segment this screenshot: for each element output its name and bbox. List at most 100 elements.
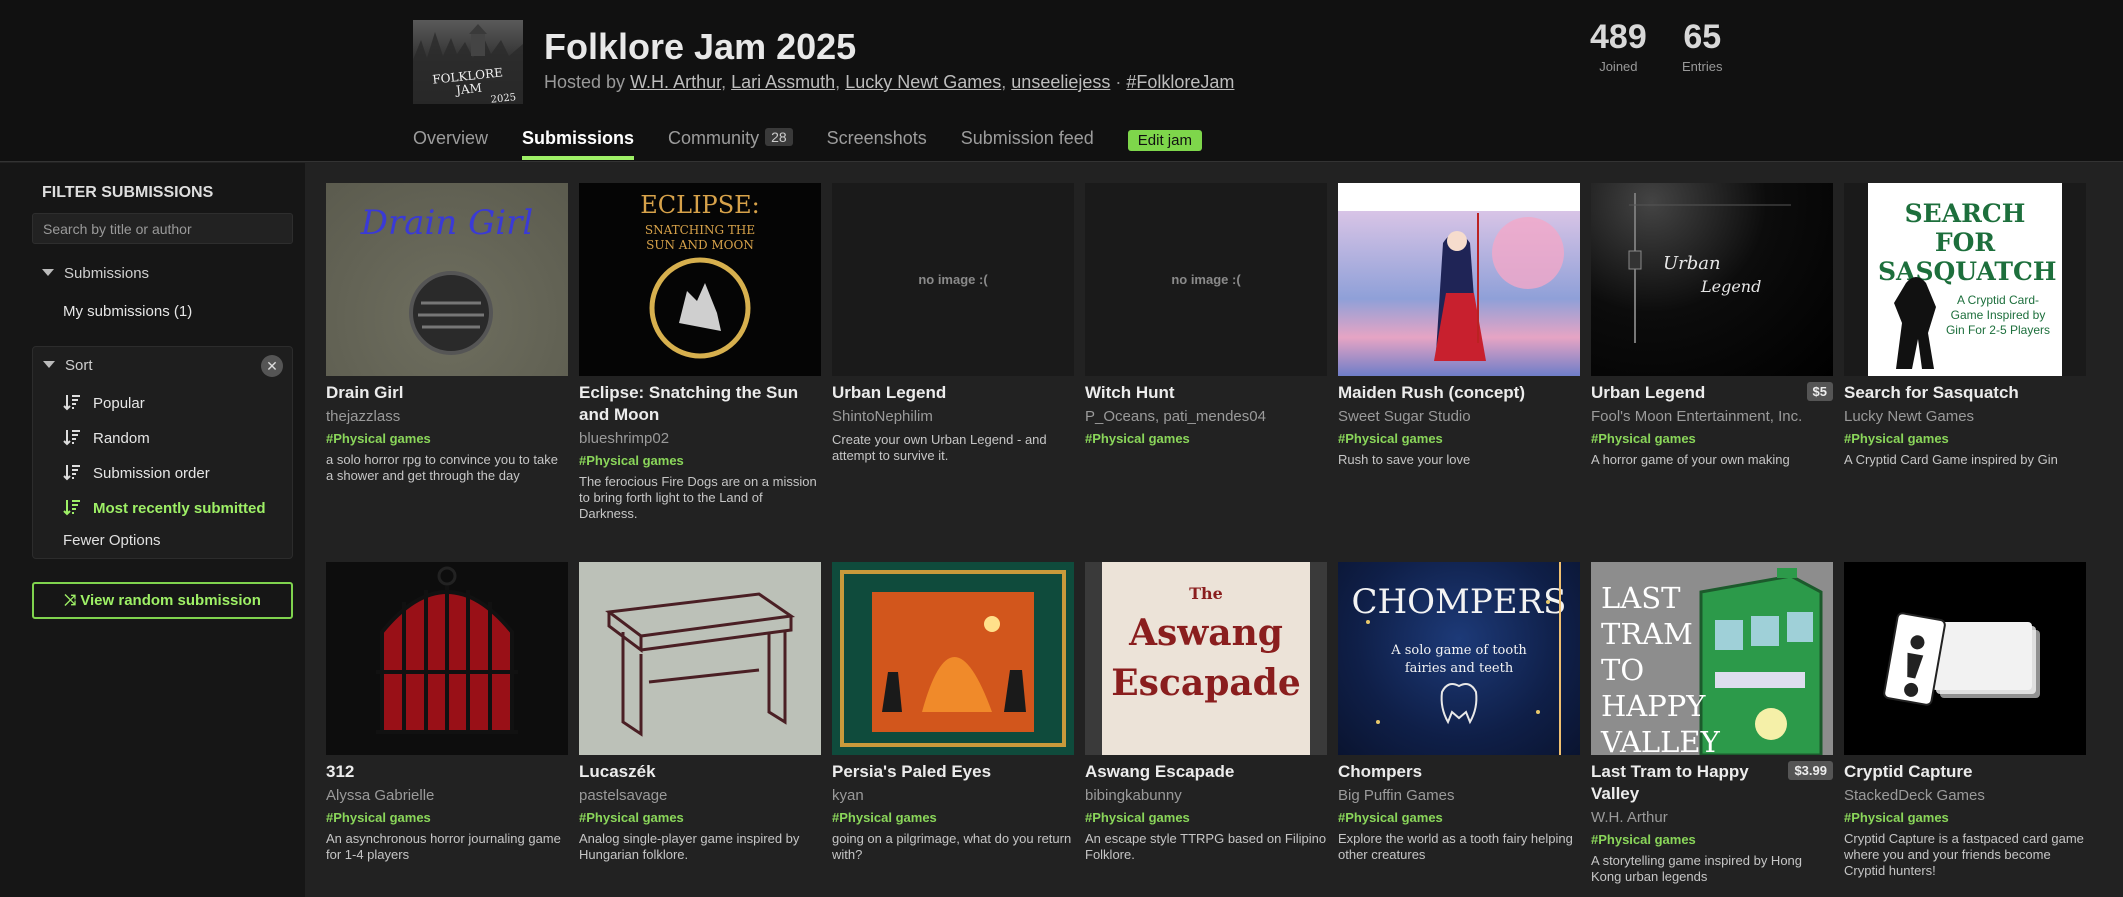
submission-tag[interactable]: #Physical games [1338, 809, 1580, 827]
submission-author[interactable]: Sweet Sugar Studio [1338, 406, 1580, 428]
host-link[interactable]: Lari Assmuth [731, 72, 835, 92]
submission-thumbnail[interactable]: ECLIPSE: SNATCHING THE SUN AND MOON [579, 183, 821, 376]
submission-card[interactable]: no image :( Witch Hunt P_Oceans, pati_me… [1085, 183, 1327, 448]
host-link[interactable]: W.H. Arthur [630, 72, 721, 92]
submission-title[interactable]: Aswang Escapade [1085, 761, 1327, 783]
host-link[interactable]: unseeliejess [1011, 72, 1110, 92]
submission-thumbnail[interactable] [832, 562, 1074, 755]
submission-card[interactable]: Persia's Paled Eyes kyan #Physical games… [832, 562, 1074, 863]
persia-art [840, 570, 1066, 747]
tab-community[interactable]: Community 28 [668, 128, 793, 162]
submission-title[interactable]: Chompers [1338, 761, 1580, 783]
submission-card[interactable]: Urban Legend $5 Urban Legend Fool's Moon… [1591, 183, 1833, 468]
submission-thumbnail[interactable] [1338, 183, 1580, 376]
submission-thumbnail[interactable] [326, 562, 568, 755]
submission-title[interactable]: Urban Legend [832, 382, 1074, 404]
submission-thumbnail[interactable]: CHOMPERS A solo game of tooth fairies an… [1338, 562, 1580, 755]
tab-submission-feed[interactable]: Submission feed [961, 128, 1094, 162]
submission-author[interactable]: ShintoNephilim [832, 406, 1074, 428]
submission-tag[interactable]: #Physical games [1085, 430, 1327, 448]
submission-tag[interactable]: #Physical games [326, 809, 568, 827]
submission-author[interactable]: P_Oceans, pati_mendes04 [1085, 406, 1327, 428]
submission-title[interactable]: Cryptid Capture [1844, 761, 2086, 783]
submission-thumbnail[interactable]: no image :( [832, 183, 1074, 376]
submission-title[interactable]: Search for Sasquatch [1844, 382, 2086, 404]
submission-tag[interactable]: #Physical games [1085, 809, 1327, 827]
close-icon[interactable]: ✕ [261, 355, 283, 377]
submission-thumbnail[interactable]: Urban Legend [1591, 183, 1833, 376]
fewer-options-link[interactable]: Fewer Options [63, 532, 161, 549]
submission-card[interactable]: LAST TRAM TO HAPPY VALLEY $3.99 Last Tra… [1591, 562, 1833, 885]
submission-author[interactable]: StackedDeck Games [1844, 785, 2086, 807]
my-submissions-link[interactable]: My submissions (1) [63, 303, 192, 320]
submission-tag[interactable]: #Physical games [326, 430, 568, 448]
submission-tag[interactable]: #Physical games [579, 452, 821, 470]
cards-art [1883, 612, 2040, 706]
submission-description: A storytelling game inspired by Hong Kon… [1591, 853, 1803, 884]
tab-overview[interactable]: Overview [413, 128, 488, 162]
submission-author[interactable]: pastelsavage [579, 785, 821, 807]
sort-section-toggle[interactable]: Sort [43, 357, 93, 374]
tab-submissions[interactable]: Submissions [522, 128, 635, 162]
tab-screenshots[interactable]: Screenshots [827, 128, 927, 162]
submission-title[interactable]: Eclipse: Snatching the Sun and Moon [579, 382, 821, 426]
price-badge: $3.99 [1788, 761, 1833, 780]
submission-author[interactable]: Fool's Moon Entertainment, Inc. [1591, 406, 1833, 428]
submission-thumbnail[interactable]: no image :( [1085, 183, 1327, 376]
submission-card[interactable]: ECLIPSE: SNATCHING THE SUN AND MOON Ecli… [579, 183, 821, 522]
submission-thumbnail[interactable]: SEARCH FOR SASQUATCH A Cryptid Card-Game… [1844, 183, 2086, 376]
submission-tag[interactable]: #Physical games [1591, 831, 1833, 849]
submission-thumbnail[interactable]: Drain Girl [326, 183, 568, 376]
hashtag-link[interactable]: #FolkloreJam [1126, 72, 1234, 92]
submission-card[interactable]: 312 Alyssa Gabrielle #Physical games An … [326, 562, 568, 863]
sort-option-popular[interactable]: Popular [63, 393, 145, 412]
submission-tag[interactable]: #Physical games [1844, 809, 2086, 827]
submission-tag[interactable]: #Physical games [1591, 430, 1833, 448]
submission-thumbnail[interactable]: LAST TRAM TO HAPPY VALLEY [1591, 562, 1833, 755]
submission-author[interactable]: thejazzlass [326, 406, 568, 428]
submission-title[interactable]: Urban Legend [1591, 382, 1833, 404]
submission-author[interactable]: blueshrimp02 [579, 428, 821, 450]
submission-card[interactable]: Maiden Rush (concept) Sweet Sugar Studio… [1338, 183, 1580, 468]
submission-author[interactable]: Big Puffin Games [1338, 785, 1580, 807]
submission-thumbnail[interactable] [1844, 562, 2086, 755]
submission-card[interactable]: SEARCH FOR SASQUATCH A Cryptid Card-Game… [1844, 183, 2086, 468]
search-input[interactable] [32, 213, 293, 244]
view-random-submission-button[interactable]: ⤨ View random submission [32, 582, 293, 619]
submission-author[interactable]: kyan [832, 785, 1074, 807]
submission-tag[interactable]: #Physical games [1338, 430, 1580, 448]
submission-tag[interactable]: #Physical games [579, 809, 821, 827]
submission-card[interactable]: Lucaszék pastelsavage #Physical games An… [579, 562, 821, 863]
submission-description: Cryptid Capture is a fastpaced card game… [1844, 831, 2084, 878]
submission-tag[interactable]: #Physical games [1844, 430, 2086, 448]
submission-title[interactable]: Lucaszék [579, 761, 821, 783]
submission-title[interactable]: Persia's Paled Eyes [832, 761, 1074, 783]
submission-card[interactable]: no image :( Urban Legend ShintoNephilim … [832, 183, 1074, 464]
submission-title[interactable]: Witch Hunt [1085, 382, 1327, 404]
submission-card[interactable]: Drain Girl Drain Girl thejazzlass #Physi… [326, 183, 568, 484]
submission-title[interactable]: 312 [326, 761, 568, 783]
submissions-section-toggle[interactable]: Submissions [42, 265, 149, 282]
submission-title[interactable]: Drain Girl [326, 382, 568, 404]
sort-icon [63, 465, 80, 481]
submission-author[interactable]: W.H. Arthur [1591, 807, 1833, 829]
submission-tag[interactable]: #Physical games [832, 809, 1074, 827]
sort-option-random[interactable]: Random [63, 428, 150, 447]
submission-author[interactable]: bibingkabunny [1085, 785, 1327, 807]
sort-option-submission-order[interactable]: Submission order [63, 463, 210, 482]
edit-jam-button[interactable]: Edit jam [1127, 130, 1202, 151]
submission-thumbnail[interactable]: The Aswang Escapade [1085, 562, 1327, 755]
submission-description: Explore the world as a tooth fairy helpi… [1338, 831, 1573, 862]
submission-card[interactable]: CHOMPERS A solo game of tooth fairies an… [1338, 562, 1580, 863]
jam-cover-image[interactable]: FOLKLORE JAM 2025 [413, 20, 523, 104]
thumbnail-subtitle-text: Escapade [1111, 662, 1301, 704]
submission-author[interactable]: Alyssa Gabrielle [326, 785, 568, 807]
submission-description: Analog single-player game inspired by Hu… [579, 831, 800, 862]
submission-title[interactable]: Maiden Rush (concept) [1338, 382, 1580, 404]
submission-thumbnail[interactable] [579, 562, 821, 755]
submission-card[interactable]: The Aswang Escapade Aswang Escapade bibi… [1085, 562, 1327, 863]
submission-card[interactable]: Cryptid Capture StackedDeck Games #Physi… [1844, 562, 2086, 879]
submission-author[interactable]: Lucky Newt Games [1844, 406, 2086, 428]
host-link[interactable]: Lucky Newt Games [845, 72, 1001, 92]
sort-option-most-recent[interactable]: Most recently submitted [63, 498, 266, 517]
